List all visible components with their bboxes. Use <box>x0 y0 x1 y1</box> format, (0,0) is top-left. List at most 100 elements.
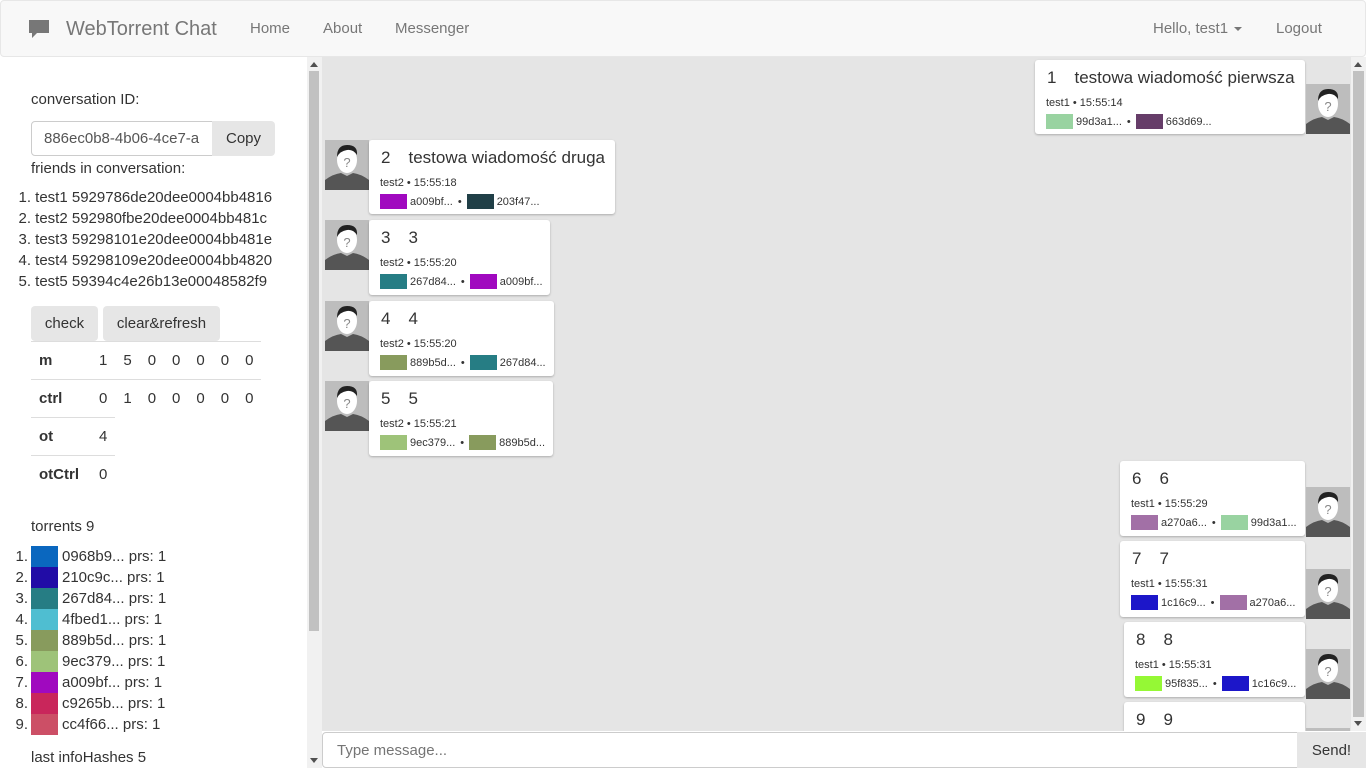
friend-item: 4. test4 59298109e20dee0004bb4820 <box>18 252 273 269</box>
torrent-item: 5. 889b5d... prs: 1 <box>15 630 167 651</box>
avatar: ? <box>325 301 369 351</box>
friends-list: 1. test1 5929786de20dee0004bb4816 2. tes… <box>12 187 272 292</box>
hash-swatch <box>380 274 407 289</box>
avatar: ? <box>1306 487 1350 537</box>
conversation-id-input[interactable] <box>31 121 213 156</box>
torrent-item: 2. 210c9c... prs: 1 <box>15 567 165 588</box>
nav-home[interactable]: Home <box>250 1 290 57</box>
scroll-up-icon[interactable] <box>1354 62 1362 67</box>
stats-row-ot: ot 4 <box>31 417 261 456</box>
torrent-swatch <box>31 588 58 609</box>
message-bubble: 88 test1 • 15:55:31 95f835... • 1c16c9... <box>1124 622 1305 697</box>
message-hashes: a270a6... • 99d3a1... <box>1131 515 1297 530</box>
nav-messenger[interactable]: Messenger <box>395 1 469 57</box>
avatar: ? <box>1306 569 1350 619</box>
svg-text:?: ? <box>343 235 350 250</box>
message-bubble: 1 testowa wiadomość pierwsza test1 • 15:5… <box>1035 60 1305 134</box>
hash-swatch <box>469 355 497 370</box>
conversation-id-label: conversation ID: <box>31 91 140 108</box>
friend-item: 3. test3 59298101e20dee0004bb481e <box>18 231 273 248</box>
svg-text:?: ? <box>1324 664 1331 679</box>
avatar: ? <box>1306 649 1350 699</box>
avatar-icon: ? <box>1306 84 1350 134</box>
avatar-icon: ? <box>325 301 369 351</box>
avatar-icon: ? <box>1306 728 1350 731</box>
svg-text:?: ? <box>343 396 350 411</box>
torrent-swatch <box>31 630 58 651</box>
copy-button[interactable]: Copy <box>212 121 275 156</box>
sidebar-scrollbar[interactable] <box>307 57 322 768</box>
torrent-item: 1. 0968b9... prs: 1 <box>15 546 167 567</box>
torrent-swatch <box>31 693 58 714</box>
svg-text:?: ? <box>1324 99 1331 114</box>
message-bubble: 55 test2 • 15:55:21 9ec379... • 889b5d... <box>369 381 553 456</box>
check-button[interactable]: check <box>31 306 98 341</box>
friend-item: 2. test2 592980fbe20dee0004bb481c <box>18 210 268 227</box>
torrents-label: torrents 9 <box>31 518 95 535</box>
hash-swatch <box>1135 114 1163 129</box>
avatar-icon: ? <box>1306 649 1350 699</box>
message-hashes: 95f835... • 1c16c9... <box>1135 676 1296 691</box>
message-bubble: 33 test2 • 15:55:20 267d84... • a009bf... <box>369 220 550 295</box>
message-hashes: 9ec379... • 889b5d... <box>380 435 545 450</box>
hash-swatch <box>380 355 407 370</box>
scroll-down-icon[interactable] <box>1354 721 1362 726</box>
avatar: ? <box>325 140 369 190</box>
torrent-item: 8. c9265b... prs: 1 <box>15 693 166 714</box>
message-hashes: 99d3a1... • 663d69... <box>1046 114 1212 129</box>
avatar-icon: ? <box>325 381 369 431</box>
send-button[interactable]: Send! <box>1297 732 1366 768</box>
torrent-item: 7. a009bf... prs: 1 <box>15 672 163 693</box>
message-bubble: 99 <box>1124 702 1305 731</box>
user-menu[interactable]: Hello, test1 <box>1153 1 1243 57</box>
avatar-icon: ? <box>325 220 369 270</box>
message-hashes: a009bf... • 203f47... <box>380 194 540 209</box>
avatar-icon: ? <box>1306 569 1350 619</box>
message-bubble: 44 test2 • 15:55:20 889b5d... • 267d84... <box>369 301 554 376</box>
torrents-list: 1. 0968b9... prs: 1 2. 210c9c... prs: 1 3.… <box>0 546 166 735</box>
chat-scroll-thumb[interactable] <box>1353 71 1364 717</box>
torrent-swatch <box>31 672 58 693</box>
svg-text:?: ? <box>1324 502 1331 517</box>
caret-down-icon <box>1234 27 1243 32</box>
chat-scrollbar[interactable] <box>1351 57 1366 731</box>
message-bubble: 77 test1 • 15:55:31 1c16c9... • a270a6... <box>1120 541 1305 617</box>
hash-swatch <box>1046 114 1073 129</box>
brand-title: WebTorrent Chat <box>66 17 217 40</box>
clear-refresh-button[interactable]: clear&refresh <box>103 306 220 341</box>
torrent-swatch <box>31 609 58 630</box>
hash-swatch <box>1131 515 1158 530</box>
stats-row-m: m 1 5 0 0 0 0 0 <box>31 341 262 380</box>
stats-row-otctrl: otCtrl 0 <box>31 455 261 494</box>
friends-label: friends in conversation: <box>31 160 186 177</box>
avatar-icon: ? <box>1306 487 1350 537</box>
brand[interactable]: WebTorrent Chat <box>28 1 217 57</box>
hash-swatch <box>1221 676 1249 691</box>
message-hashes: 267d84... • a009bf... <box>380 274 543 289</box>
sidebar: conversation ID: Copy friends in convers… <box>0 57 322 768</box>
scroll-down-icon[interactable] <box>310 758 318 763</box>
message-input[interactable] <box>322 732 1298 768</box>
torrent-item: 9. cc4f66... prs: 1 <box>15 714 161 735</box>
message-bubble: 2 testowa wiadomość druga test2 • 15:55:1… <box>369 140 615 214</box>
avatar: ? <box>1306 728 1350 731</box>
avatar: ? <box>325 381 369 431</box>
friend-item: 1. test1 5929786de20dee0004bb4816 <box>18 189 273 206</box>
hash-swatch <box>380 194 407 209</box>
chat-area: 1 testowa wiadomość pierwsza test1 • 15:5… <box>322 57 1366 731</box>
message-hashes: 1c16c9... • a270a6... <box>1131 595 1295 610</box>
nav-about[interactable]: About <box>323 1 362 57</box>
hash-swatch <box>469 435 497 450</box>
torrent-swatch <box>31 567 58 588</box>
scroll-up-icon[interactable] <box>310 62 318 67</box>
hash-swatch <box>1131 595 1158 610</box>
navbar: WebTorrent Chat Home About Messenger Hel… <box>0 0 1366 57</box>
nav-logout[interactable]: Logout <box>1276 1 1322 57</box>
user-menu-label: Hello, test1 <box>1153 20 1229 37</box>
stats-row-ctrl: ctrl 0 1 0 0 0 0 0 <box>31 379 262 418</box>
message-bubble: 66 test1 • 15:55:29 a270a6... • 99d3a1... <box>1120 461 1305 536</box>
friend-item: 5. test5 59394c4e26b13e00048582f9 <box>18 273 268 290</box>
sidebar-scroll-thumb[interactable] <box>309 71 319 631</box>
svg-text:?: ? <box>343 316 350 331</box>
torrent-swatch <box>31 546 58 567</box>
